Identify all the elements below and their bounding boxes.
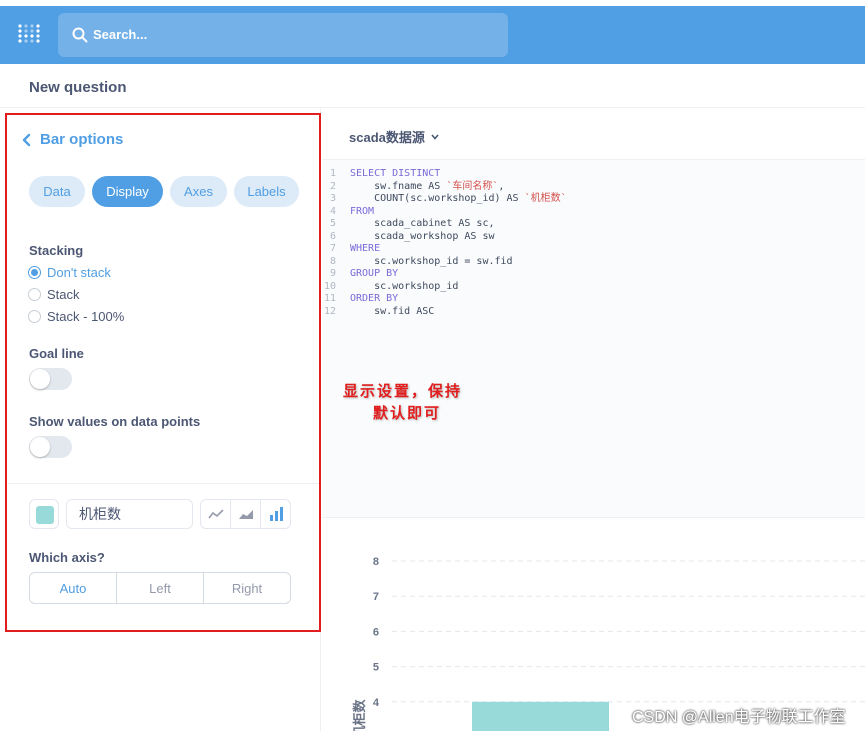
axis-right-button[interactable]: Right (204, 573, 290, 603)
watermark: CSDN @Allen电子物联工作室 (632, 709, 846, 726)
search-icon (72, 27, 88, 43)
goal-line-toggle[interactable] (29, 368, 72, 390)
line-text: sw.fname AS `车间名称`, (350, 180, 505, 192)
line-text: GROUP BY (350, 268, 399, 279)
sql-line: 6 scada_workshop AS sw (322, 231, 567, 244)
stacking-label: Stacking (29, 243, 84, 258)
line-chart-button[interactable] (201, 500, 231, 528)
back-label: Bar options (40, 131, 124, 148)
line-text: scada_workshop AS sw (350, 230, 495, 242)
y-tick-label: 8 (373, 556, 379, 568)
bar[interactable] (472, 701, 609, 731)
radio-label: Don't stack (47, 265, 111, 280)
search-placeholder: Search... (93, 27, 148, 42)
radio-dot (28, 310, 41, 323)
radio-dont-stack[interactable]: Don't stack (28, 265, 111, 280)
sql-line: 9 GROUP BY (322, 268, 567, 281)
show-values-toggle[interactable] (29, 436, 72, 458)
bar-chart: 4 5 6 7 8 机柜数 (352, 556, 865, 731)
show-values-label: Show values on data points (29, 414, 201, 429)
annotation-note: 显示设置，保持 默认即可 (343, 380, 462, 424)
sql-code: 1 SELECT DISTINCT 2 sw.fname AS `车间名称`, 3 C… (322, 168, 567, 318)
line-number: 11 (323, 293, 336, 304)
axis-left-button[interactable]: Left (117, 573, 204, 603)
sql-line: 7 WHERE (322, 243, 567, 256)
series-name-input[interactable]: 机柜数 (66, 499, 193, 529)
line-text: WHERE (350, 243, 381, 254)
metabase-logo-icon[interactable] (14, 20, 44, 50)
tab-labels[interactable]: Labels (234, 176, 299, 207)
line-number: 3 (329, 193, 336, 204)
line-text: sw.fid ASC (350, 305, 435, 317)
radio-label: Stack (47, 287, 80, 302)
y-tick-label: 5 (373, 662, 379, 674)
top-navbar: Search... (0, 6, 865, 64)
area-chart-icon (238, 510, 253, 519)
sql-line: 8 sc.workshop_id = sw.fid (322, 256, 567, 269)
divider (8, 483, 319, 484)
line-number: 10 (323, 280, 336, 292)
line-text: sc.workshop_id (350, 280, 459, 292)
y-tick-label: 4 (373, 697, 380, 709)
line-text: FROM (350, 205, 375, 217)
page-title: New question (29, 79, 127, 96)
axis-selector: Auto Left Right (29, 572, 291, 604)
y-tick-label: 6 (373, 626, 379, 638)
line-text: sc.workshop_id = sw.fid (350, 255, 513, 267)
database-selector[interactable]: scada数据源 (349, 127, 439, 146)
annotation-line-2: 默认即可 (373, 404, 442, 422)
sql-line: 10 sc.workshop_id (322, 281, 567, 294)
bar-chart-button[interactable] (261, 500, 290, 528)
area-chart-button[interactable] (231, 500, 261, 528)
radio-stack[interactable]: Stack (28, 287, 80, 302)
back-to-options-button[interactable]: Bar options (22, 131, 123, 148)
chevron-left-icon (22, 133, 31, 146)
axis-auto-button[interactable]: Auto (30, 573, 117, 603)
line-number: 5 (329, 218, 336, 229)
sql-line: 11 ORDER BY (322, 293, 567, 306)
sql-line: 2 sw.fname AS `车间名称`, (322, 181, 567, 194)
sql-line: 1 SELECT DISTINCT (322, 168, 567, 181)
y-tick-label: 7 (373, 591, 379, 603)
which-axis-label: Which axis? (29, 550, 105, 565)
sql-editor[interactable]: 1 SELECT DISTINCT 2 sw.fname AS `车间名称`, 3 C… (322, 159, 865, 518)
sql-line: 3 COUNT(sc.workshop_id) AS `机柜数` (322, 193, 567, 206)
line-number: 7 (329, 243, 336, 254)
line-number: 9 (329, 268, 336, 279)
line-number: 2 (329, 180, 336, 192)
line-text: ORDER BY (350, 293, 399, 304)
line-text: COUNT(sc.workshop_id) AS `机柜数` (350, 193, 567, 204)
tab-data[interactable]: Data (29, 176, 85, 207)
annotation-line-1: 显示设置，保持 (343, 382, 463, 400)
search-input[interactable]: Search... (58, 13, 508, 57)
series-chart-type-selector (200, 499, 291, 529)
sql-line: 12 sw.fid ASC (322, 306, 567, 319)
toggle-knob (30, 369, 50, 389)
line-number: 4 (329, 205, 336, 217)
line-number: 8 (329, 255, 336, 267)
radio-dot (28, 266, 41, 279)
chevron-down-icon (431, 133, 439, 140)
line-chart-icon (207, 509, 224, 519)
line-text: scada_cabinet AS sc, (350, 218, 495, 229)
bar-chart-icon (269, 507, 283, 521)
line-number: 1 (329, 168, 336, 179)
toggle-knob (30, 437, 50, 457)
database-name: scada数据源 (349, 130, 425, 145)
line-number: 12 (323, 305, 336, 317)
question-header: New question (0, 64, 865, 108)
tab-axes[interactable]: Axes (170, 176, 227, 207)
line-text: SELECT DISTINCT (350, 168, 441, 179)
goal-line-label: Goal line (29, 346, 84, 361)
radio-dot (28, 288, 41, 301)
radio-stack-100[interactable]: Stack - 100% (28, 309, 124, 324)
y-axis-label: 机柜数 (352, 699, 367, 731)
color-swatch (36, 506, 54, 524)
sql-line: 4 FROM (322, 206, 567, 219)
sql-line: 5 scada_cabinet AS sc, (322, 218, 567, 231)
line-number: 6 (329, 230, 336, 242)
tab-display[interactable]: Display (92, 176, 163, 207)
series-color-picker[interactable] (29, 499, 59, 529)
radio-label: Stack - 100% (47, 309, 125, 324)
